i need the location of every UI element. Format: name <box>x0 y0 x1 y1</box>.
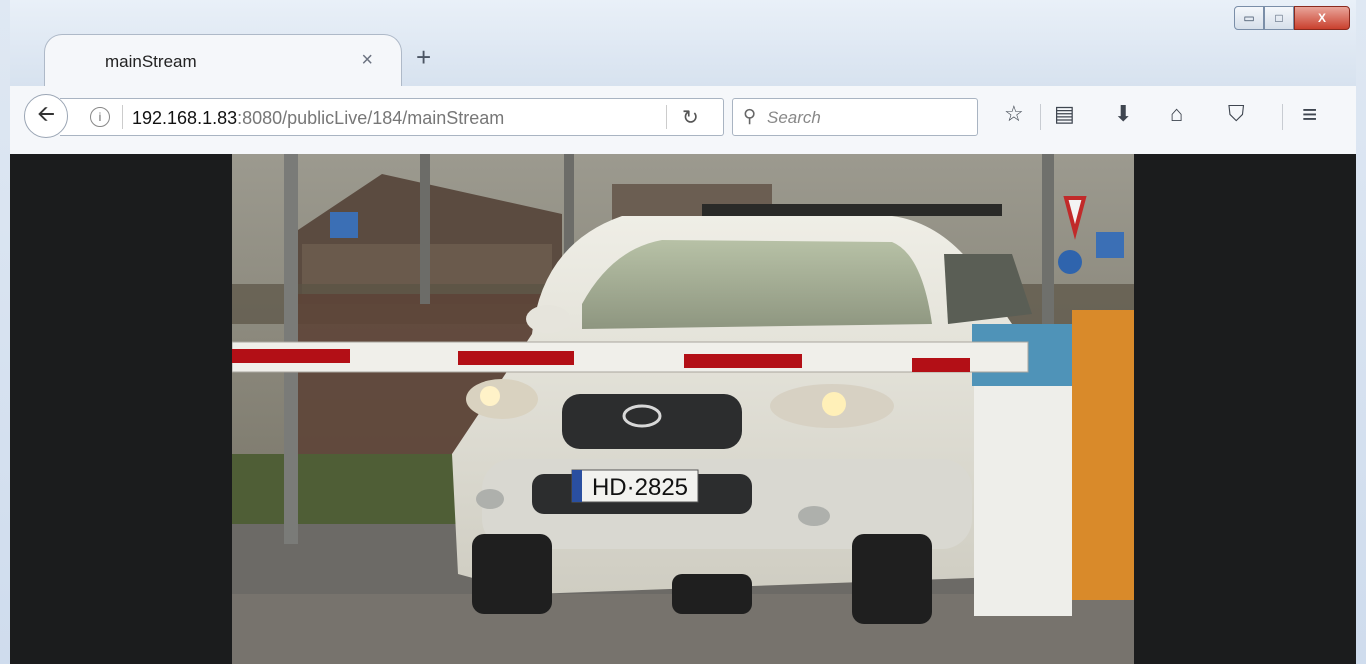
pocket-icon[interactable]: ⛉ <box>1228 102 1245 126</box>
search-placeholder: Search <box>767 108 821 127</box>
back-arrow-icon: 🡨 <box>37 101 55 126</box>
browser-chrome: mainStream × + ▭ □ X i 192.168.1.83:8080… <box>10 0 1356 155</box>
close-icon: X <box>1317 11 1326 25</box>
info-icon[interactable]: i <box>90 107 110 127</box>
search-input[interactable]: ⚲ Search <box>732 98 978 136</box>
maximize-button[interactable]: □ <box>1264 6 1294 30</box>
minimize-icon: ▭ <box>1243 11 1255 25</box>
window-controls: ▭ □ X <box>1234 6 1350 30</box>
license-plate-text: HD·2825 <box>592 474 688 501</box>
toolbar-divider-2 <box>1282 104 1283 130</box>
bookmark-star-icon[interactable]: ☆ <box>1004 102 1024 126</box>
menu-hamburger-icon[interactable]: ≡ <box>1302 101 1317 127</box>
new-tab-button[interactable]: + <box>416 44 431 70</box>
url-path: :8080/publicLive/184/mainStream <box>237 108 505 128</box>
toolbar-divider <box>1040 104 1041 130</box>
url-host: 192.168.1.83 <box>132 108 238 128</box>
url-divider <box>122 105 123 129</box>
search-icon: ⚲ <box>743 106 757 126</box>
bookmarks-menu-icon[interactable]: ▤ <box>1054 102 1075 126</box>
downloads-icon[interactable]: ⬇ <box>1114 102 1132 126</box>
tab-close-icon[interactable]: × <box>361 49 373 72</box>
maximize-icon: □ <box>1275 11 1283 25</box>
url-bar[interactable]: i 192.168.1.83:8080/publicLive/184/mainS… <box>60 98 724 136</box>
home-icon[interactable]: ⌂ <box>1170 102 1183 126</box>
close-window-button[interactable]: X <box>1294 6 1350 30</box>
minimize-button[interactable]: ▭ <box>1234 6 1264 30</box>
page-content: HD·2825 <box>10 154 1356 664</box>
video-frame: HD·2825 <box>232 154 1134 664</box>
browser-window: mainStream × + ▭ □ X i 192.168.1.83:8080… <box>0 0 1366 664</box>
video-stream[interactable]: HD·2825 <box>232 154 1134 664</box>
navigation-toolbar: i 192.168.1.83:8080/publicLive/184/mainS… <box>10 86 1356 155</box>
tab-strip: mainStream × + ▭ □ X <box>10 0 1356 86</box>
reload-divider <box>666 105 667 129</box>
reload-icon[interactable]: ↻ <box>682 105 699 130</box>
url-text[interactable]: 192.168.1.83:8080/publicLive/184/mainStr… <box>132 108 504 129</box>
back-button[interactable]: 🡨 <box>24 94 68 138</box>
tab-mainstream[interactable]: mainStream × <box>44 34 402 86</box>
tab-title: mainStream <box>105 52 197 71</box>
